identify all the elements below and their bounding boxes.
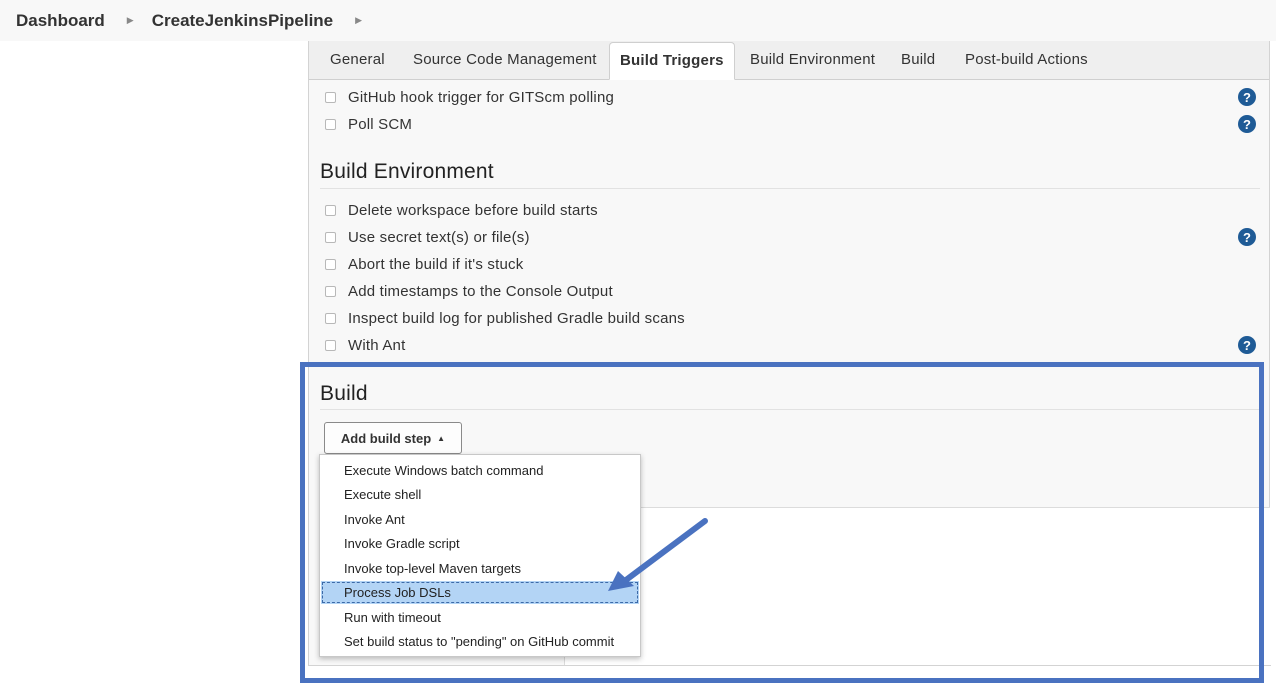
add-build-step-button[interactable]: Add build step ▲ — [324, 422, 462, 454]
caret-up-icon: ▲ — [437, 433, 446, 443]
option-github-hook-trigger: GitHub hook trigger for GITScm polling — [325, 89, 614, 106]
option-inspect-gradle-scans: Inspect build log for published Gradle b… — [325, 310, 685, 327]
add-build-step-menu: Execute Windows batch command Execute sh… — [319, 454, 641, 657]
breadcrumb-dashboard[interactable]: Dashboard — [16, 11, 105, 31]
chevron-right-icon: ▶ — [126, 15, 134, 25]
add-build-step-label: Add build step — [340, 430, 432, 446]
option-abort-if-stuck: Abort the build if it's stuck — [325, 256, 523, 273]
option-use-secret-text: Use secret text(s) or file(s) — [325, 229, 530, 246]
chevron-right-icon[interactable]: ▶ — [355, 15, 362, 26]
section-divider — [320, 188, 1260, 189]
tab-source-code-management[interactable]: Source Code Management — [413, 51, 597, 68]
use-secret-text-checkbox[interactable] — [325, 232, 336, 243]
tab-build-triggers[interactable]: Build Triggers — [609, 42, 735, 80]
add-timestamps-checkbox[interactable] — [325, 286, 336, 297]
with-ant-checkbox[interactable] — [325, 340, 336, 351]
post-build-placeholder — [564, 507, 1270, 666]
menu-item-invoke-maven[interactable]: Invoke top-level Maven targets — [321, 557, 639, 580]
section-title-build-environment: Build Environment — [320, 160, 494, 183]
option-label: Add timestamps to the Console Output — [348, 283, 613, 300]
github-hook-trigger-checkbox[interactable] — [325, 92, 336, 103]
inspect-gradle-scans-checkbox[interactable] — [325, 313, 336, 324]
option-label: Inspect build log for published Gradle b… — [348, 310, 685, 327]
menu-item-execute-windows-batch[interactable]: Execute Windows batch command — [321, 459, 639, 482]
menu-item-invoke-gradle[interactable]: Invoke Gradle script — [321, 532, 639, 555]
option-poll-scm: Poll SCM — [325, 116, 412, 133]
option-label: Use secret text(s) or file(s) — [348, 229, 530, 246]
option-add-timestamps: Add timestamps to the Console Output — [325, 283, 613, 300]
option-label: Abort the build if it's stuck — [348, 256, 524, 273]
tab-build-environment[interactable]: Build Environment — [750, 51, 875, 68]
option-label: With Ant — [348, 337, 406, 354]
section-title-build: Build — [320, 382, 368, 405]
abort-if-stuck-checkbox[interactable] — [325, 259, 336, 270]
menu-item-execute-shell[interactable]: Execute shell — [321, 483, 639, 506]
section-divider — [320, 409, 1260, 410]
breadcrumb-job[interactable]: CreateJenkinsPipeline — [152, 11, 333, 31]
option-with-ant: With Ant — [325, 337, 405, 354]
tab-build[interactable]: Build — [901, 51, 935, 68]
help-icon[interactable]: ? — [1238, 88, 1256, 106]
help-icon[interactable]: ? — [1238, 115, 1256, 133]
help-icon[interactable]: ? — [1238, 228, 1256, 246]
menu-item-process-job-dsls[interactable]: Process Job DSLs — [321, 581, 639, 604]
poll-scm-checkbox[interactable] — [325, 119, 336, 130]
help-icon[interactable]: ? — [1238, 336, 1256, 354]
option-delete-workspace: Delete workspace before build starts — [325, 202, 598, 219]
tab-general[interactable]: General — [330, 51, 385, 68]
option-label: Delete workspace before build starts — [348, 202, 598, 219]
option-label: Poll SCM — [348, 116, 413, 133]
menu-item-run-with-timeout[interactable]: Run with timeout — [321, 606, 639, 629]
delete-workspace-checkbox[interactable] — [325, 205, 336, 216]
config-tabbar: General Source Code Management Build Tri… — [309, 41, 1269, 80]
menu-item-set-github-status[interactable]: Set build status to "pending" on GitHub … — [321, 630, 639, 653]
breadcrumb: Dashboard ▶ CreateJenkinsPipeline ▶ — [0, 0, 1276, 41]
panel-bottom-border — [309, 665, 1271, 666]
menu-item-invoke-ant[interactable]: Invoke Ant — [321, 508, 639, 531]
tab-post-build-actions[interactable]: Post-build Actions — [965, 51, 1088, 68]
option-label: GitHub hook trigger for GITScm polling — [348, 89, 615, 106]
